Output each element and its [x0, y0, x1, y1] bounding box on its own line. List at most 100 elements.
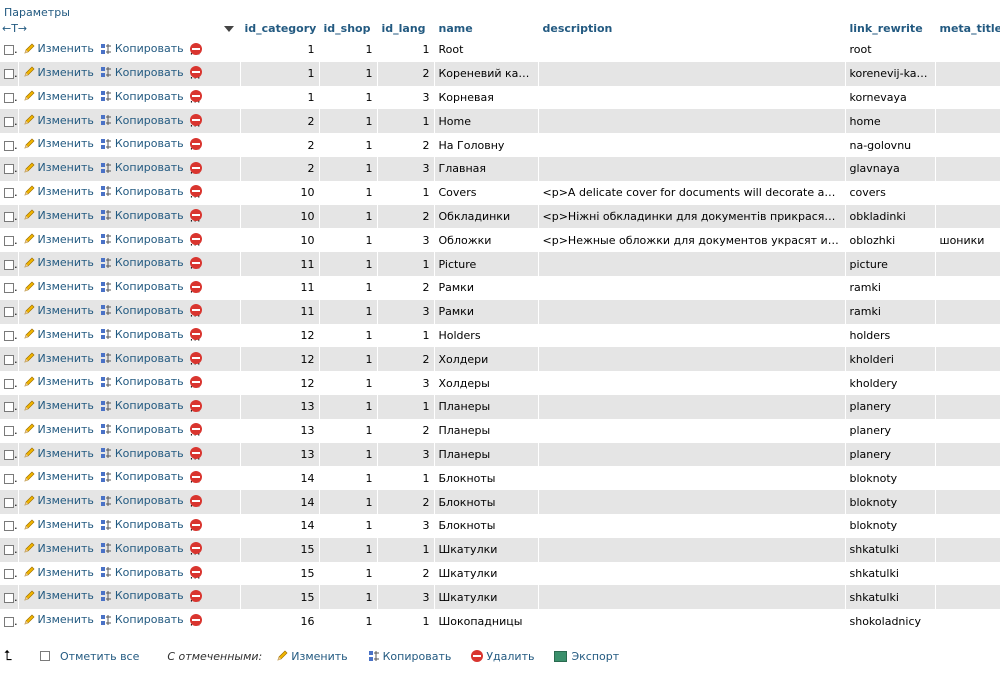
copy-button[interactable]: Копировать — [100, 304, 184, 317]
cell-id-category[interactable]: 12 — [240, 323, 319, 348]
column-header-id-lang[interactable]: id_lang — [377, 18, 435, 38]
table-row[interactable]: ИзменитьКопироватьУдалить1411Блокнотыblo… — [0, 466, 1000, 491]
row-checkbox-cell[interactable] — [0, 347, 18, 372]
cell-description[interactable] — [538, 109, 845, 134]
cell-name[interactable]: Home — [434, 109, 538, 134]
cell-link-rewrite[interactable]: kholderi — [845, 347, 935, 372]
cell-meta-title[interactable] — [935, 394, 1000, 419]
delete-button[interactable]: Удалить — [189, 589, 239, 602]
cell-meta-title[interactable] — [935, 490, 1000, 514]
table-row[interactable]: Изменить Копировать Удалить213Главная glavn… — [0, 156, 1000, 181]
cell-link-rewrite[interactable]: ramki — [845, 299, 935, 324]
cell-name[interactable]: Блокноты — [434, 490, 538, 514]
cell-meta-title[interactable] — [935, 180, 1000, 205]
cell-meta-title[interactable] — [935, 252, 1000, 276]
delete-button[interactable]: Удалить — [189, 494, 239, 507]
edit-button[interactable]: Изменить — [23, 447, 94, 460]
row-checkbox-cell[interactable] — [0, 204, 18, 229]
row-checkbox[interactable] — [4, 211, 14, 222]
table-row[interactable]: Изменить Копировать Удалить1013Обложки<p>Н… — [0, 228, 1000, 253]
cell-id-category[interactable]: 13 — [240, 442, 319, 467]
edit-button[interactable]: Изменить — [23, 280, 94, 293]
row-checkbox[interactable] — [4, 92, 14, 103]
edit-button[interactable]: Изменить — [23, 66, 94, 79]
table-row[interactable]: ИзменитьКопироватьУдалить1211Holdershold… — [0, 323, 1000, 348]
copy-button[interactable]: Копировать — [100, 613, 184, 626]
cell-name[interactable]: Планеры — [434, 418, 538, 443]
cell-description[interactable] — [538, 133, 845, 157]
cell-meta-title[interactable] — [935, 323, 1000, 348]
edit-button[interactable]: Изменить — [23, 233, 94, 246]
row-checkbox-cell[interactable] — [0, 490, 18, 514]
cell-name[interactable]: Root — [434, 38, 538, 62]
cell-meta-title[interactable] — [935, 537, 1000, 562]
cell-description[interactable] — [538, 418, 845, 443]
edit-button[interactable]: Изменить — [23, 185, 94, 198]
cell-description[interactable] — [538, 275, 845, 300]
cell-id-lang[interactable]: 2 — [377, 347, 434, 372]
delete-button[interactable]: Удалить — [189, 542, 239, 555]
row-checkbox-cell[interactable] — [0, 561, 18, 586]
edit-button[interactable]: Изменить — [23, 518, 94, 531]
table-row[interactable]: Изменить Копировать Удалить1513Шкатулки shk… — [0, 585, 1000, 610]
cell-link-rewrite[interactable]: picture — [845, 252, 935, 276]
cell-id-category[interactable]: 2 — [240, 156, 319, 181]
cell-description[interactable] — [538, 609, 845, 633]
delete-button[interactable]: Удалить — [189, 209, 239, 222]
edit-button[interactable]: Изменить — [23, 375, 94, 388]
table-row[interactable]: ИзменитьКопироватьУдалить1113Рамкиramki — [0, 299, 1000, 324]
cell-link-rewrite[interactable]: root — [845, 38, 935, 62]
cell-id-shop[interactable]: 1 — [319, 61, 377, 86]
cell-description[interactable] — [538, 561, 845, 586]
cell-id-shop[interactable]: 1 — [319, 585, 377, 610]
cell-id-lang[interactable]: 2 — [377, 275, 434, 300]
cell-description[interactable] — [538, 85, 845, 110]
copy-button[interactable]: Копировать — [100, 328, 184, 341]
cell-id-category[interactable]: 13 — [240, 418, 319, 443]
edit-button[interactable]: Изменить — [23, 613, 94, 626]
table-row[interactable]: ИзменитьКопироватьУдалить1311Планерыplan… — [0, 394, 1000, 419]
copy-button[interactable]: Копировать — [100, 375, 184, 388]
cell-id-lang[interactable]: 3 — [377, 585, 434, 610]
delete-button[interactable]: Удалить — [189, 375, 239, 388]
cell-description[interactable] — [538, 490, 845, 514]
copy-button[interactable]: Копировать — [100, 233, 184, 246]
row-checkbox-cell[interactable] — [0, 275, 18, 300]
edit-button[interactable]: Изменить — [23, 161, 94, 174]
row-checkbox[interactable] — [4, 378, 14, 389]
cell-description[interactable] — [538, 38, 845, 62]
cell-meta-title[interactable] — [935, 585, 1000, 610]
table-row[interactable]: ИзменитьКопироватьУдалить1111Picturepict… — [0, 252, 1000, 276]
table-row[interactable]: Изменить Копировать Удалить1312Планеры plan… — [0, 418, 1000, 443]
row-checkbox[interactable] — [4, 616, 14, 627]
delete-button[interactable]: Удалить — [189, 352, 239, 365]
cell-id-category[interactable]: 11 — [240, 252, 319, 276]
copy-button[interactable]: Копировать — [100, 518, 184, 531]
copy-button[interactable]: Копировать — [100, 209, 184, 222]
cell-link-rewrite[interactable]: na-golovnu — [845, 133, 935, 157]
cell-id-category[interactable]: 12 — [240, 371, 319, 395]
row-checkbox[interactable] — [4, 116, 14, 127]
cell-id-shop[interactable]: 1 — [319, 323, 377, 348]
cell-id-category[interactable]: 13 — [240, 394, 319, 419]
cell-name[interactable]: Блокноты — [434, 466, 538, 491]
cell-name[interactable]: Шкатулки — [434, 537, 538, 562]
cell-name[interactable]: Covers — [434, 180, 538, 205]
row-checkbox[interactable] — [4, 330, 14, 341]
copy-button[interactable]: Копировать — [100, 470, 184, 483]
cell-id-category[interactable]: 1 — [240, 85, 319, 110]
cell-id-lang[interactable]: 1 — [377, 252, 434, 276]
cell-id-lang[interactable]: 2 — [377, 490, 434, 514]
table-row[interactable]: ИзменитьКопироватьУдалить211Homehome — [0, 109, 1000, 134]
edit-button[interactable]: Изменить — [23, 304, 94, 317]
cell-id-shop[interactable]: 1 — [319, 490, 377, 514]
column-header-link-rewrite[interactable]: link_rewrite — [845, 18, 936, 38]
cell-meta-title[interactable] — [935, 347, 1000, 372]
row-checkbox[interactable] — [4, 473, 14, 484]
cell-id-category[interactable]: 14 — [240, 466, 319, 491]
row-checkbox-cell[interactable] — [0, 252, 18, 276]
cell-link-rewrite[interactable]: holders — [845, 323, 935, 348]
cell-id-shop[interactable]: 1 — [319, 156, 377, 181]
cell-id-lang[interactable]: 2 — [377, 561, 434, 586]
row-checkbox-cell[interactable] — [0, 38, 18, 62]
